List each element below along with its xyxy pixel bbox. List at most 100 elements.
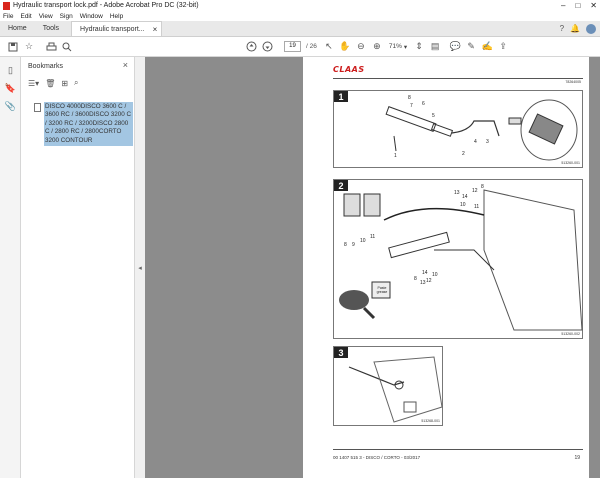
document-page-number: 19 xyxy=(574,455,580,461)
menu-help[interactable]: Help xyxy=(110,13,123,20)
menu-bar: File Edit View Sign Window Help xyxy=(0,11,600,21)
pen-icon[interactable]: ✎ xyxy=(464,40,478,54)
zoom-in-icon[interactable]: ⊕ xyxy=(370,40,384,54)
minimize-icon[interactable]: – xyxy=(561,1,565,10)
figure-2-label: 14 xyxy=(422,270,428,276)
navigation-pane-strip: ▯ 🔖 📎 xyxy=(0,57,21,478)
bookmark-item[interactable]: DISCO 4000DISCO 3600 C / 3600 RC / 3600D… xyxy=(34,102,133,147)
figure-1-label: 4 xyxy=(474,139,477,145)
header-code: 78264005 xyxy=(565,80,581,84)
figure-1-label: 7 xyxy=(410,103,413,109)
zoom-value: 71% xyxy=(388,43,402,50)
figure-2-label: 13 xyxy=(454,190,460,196)
close-tab-icon[interactable]: × xyxy=(153,25,158,34)
menu-file[interactable]: File xyxy=(3,13,13,20)
figure-3: 3 513268-001 xyxy=(333,346,443,426)
options-menu-icon[interactable]: ☰▾ xyxy=(28,79,39,88)
figure-1: 1 8 7 6 5 4 3 2 1 513260-001 xyxy=(333,90,583,168)
figure-1-label: 5 xyxy=(432,113,435,119)
figure-2-label: 11 xyxy=(474,204,480,210)
figure-2-drawing xyxy=(339,189,583,331)
figure-2: 2 8 12 13 14 10 11 9 10 11 8 8 13 12 14 … xyxy=(333,179,583,339)
tab-document[interactable]: Hydraulic transport... × xyxy=(71,21,163,36)
menu-sign[interactable]: Sign xyxy=(60,13,73,20)
search-icon[interactable] xyxy=(60,40,74,54)
maximize-icon[interactable]: □ xyxy=(575,1,580,10)
figure-2-label: 10 xyxy=(432,272,438,278)
page-view-icon[interactable]: ▤ xyxy=(428,40,442,54)
delete-icon[interactable]: 🗑 xyxy=(45,79,55,88)
claas-logo: CLAAS xyxy=(333,65,365,74)
share-icon[interactable]: ⇪ xyxy=(496,40,510,54)
menu-edit[interactable]: Edit xyxy=(20,13,31,20)
figure-2-label: 8 xyxy=(344,242,347,248)
document-viewer[interactable]: CLAAS 78264005 1 8 7 6 5 4 3 2 1 513260-… xyxy=(145,57,600,478)
toolbar: ☆ 19 / 26 ↖ ✋ ⊖ ⊕ 71% ▾ ⇕ ▤ 💬 ✎ ✍ ⇪ xyxy=(0,37,600,57)
hand-icon[interactable]: ✋ xyxy=(338,40,352,54)
chevron-down-icon: ▾ xyxy=(403,43,408,51)
figure-2-label: 8 xyxy=(481,184,484,190)
save-icon[interactable] xyxy=(6,40,20,54)
sign-icon[interactable]: ✍ xyxy=(480,40,494,54)
fit-page-icon[interactable]: ⇕ xyxy=(412,40,426,54)
figure-2-label: 10 xyxy=(460,202,466,208)
comment-icon[interactable]: 💬 xyxy=(448,40,462,54)
bookmark-item-icon xyxy=(34,103,41,112)
menu-window[interactable]: Window xyxy=(80,13,103,20)
figure-1-drawing xyxy=(385,99,578,161)
bookmark-icon[interactable]: 🔖 xyxy=(0,79,21,97)
figure-2-label: 12 xyxy=(472,188,478,194)
close-panel-icon[interactable]: × xyxy=(123,60,128,70)
bookmarks-title: Bookmarks xyxy=(28,62,64,70)
tab-tools[interactable]: Tools xyxy=(35,21,67,36)
figure-2-label: 9 xyxy=(352,242,355,248)
figure-2-label: 10 xyxy=(360,238,366,244)
find-bookmark-icon[interactable]: ⌕ xyxy=(74,78,78,88)
panel-collapse-handle[interactable]: ◂ xyxy=(135,57,145,478)
figure-3-code: 513268-001 xyxy=(421,419,440,423)
zoom-dropdown[interactable]: 71% ▾ xyxy=(389,43,407,51)
page-thumbnails-icon[interactable]: ▯ xyxy=(0,61,21,79)
figure-2-grease-label: Paste grease xyxy=(376,286,388,294)
footer-rule xyxy=(333,449,583,450)
star-icon[interactable]: ☆ xyxy=(22,40,36,54)
acrobat-app-icon xyxy=(3,1,10,10)
next-page-icon[interactable] xyxy=(260,40,274,54)
figure-1-label: 1 xyxy=(394,153,397,159)
print-icon[interactable] xyxy=(44,40,58,54)
tab-document-label: Hydraulic transport... xyxy=(80,25,145,33)
figure-1-label: 2 xyxy=(462,151,465,157)
select-cursor-icon[interactable]: ↖ xyxy=(322,40,336,54)
figure-2-label: 12 xyxy=(426,278,432,284)
pdf-page: CLAAS 78264005 1 8 7 6 5 4 3 2 1 513260-… xyxy=(303,57,589,478)
menu-view[interactable]: View xyxy=(39,13,53,20)
bell-icon[interactable]: 🔔 xyxy=(570,24,580,33)
figure-1-label: 3 xyxy=(486,139,489,145)
figure-2-label: 11 xyxy=(370,234,376,240)
bookmark-item-label: DISCO 4000DISCO 3600 C / 3600 RC / 3600D… xyxy=(44,102,133,147)
help-icon[interactable]: ? xyxy=(560,24,564,33)
title-bar: Hydraulic transport lock.pdf - Adobe Acr… xyxy=(0,0,600,11)
prev-page-icon[interactable] xyxy=(244,40,258,54)
figure-2-code: 513260-002 xyxy=(561,332,580,336)
figure-2-label: 8 xyxy=(414,276,417,282)
figure-3-drawing xyxy=(348,356,443,423)
figure-2-label: 14 xyxy=(462,194,468,200)
page-total: / 26 xyxy=(306,43,317,50)
tab-home[interactable]: Home xyxy=(0,21,35,36)
figure-1-label: 6 xyxy=(422,101,425,107)
close-window-icon[interactable]: ✕ xyxy=(590,1,597,10)
header-rule xyxy=(333,78,583,79)
page-number-input[interactable]: 19 xyxy=(284,41,301,52)
new-bookmark-icon[interactable]: ⊞ xyxy=(61,79,68,88)
document-footer: 00 1407 515 3 - DISCO / CORTO - 03/2017 xyxy=(333,455,421,460)
zoom-out-icon[interactable]: ⊖ xyxy=(354,40,368,54)
attachment-icon[interactable]: 📎 xyxy=(0,97,21,115)
avatar[interactable] xyxy=(586,23,596,34)
window-title: Hydraulic transport lock.pdf - Adobe Acr… xyxy=(13,2,199,9)
figure-1-label: 8 xyxy=(408,95,411,101)
tab-bar: Home Tools Hydraulic transport... × ? 🔔 xyxy=(0,21,600,37)
figure-2-label: 13 xyxy=(420,280,426,286)
figure-1-code: 513260-001 xyxy=(561,161,580,165)
bookmarks-panel: Bookmarks × ☰▾ 🗑 ⊞ ⌕ DISCO 4000DISCO 360… xyxy=(21,57,135,478)
